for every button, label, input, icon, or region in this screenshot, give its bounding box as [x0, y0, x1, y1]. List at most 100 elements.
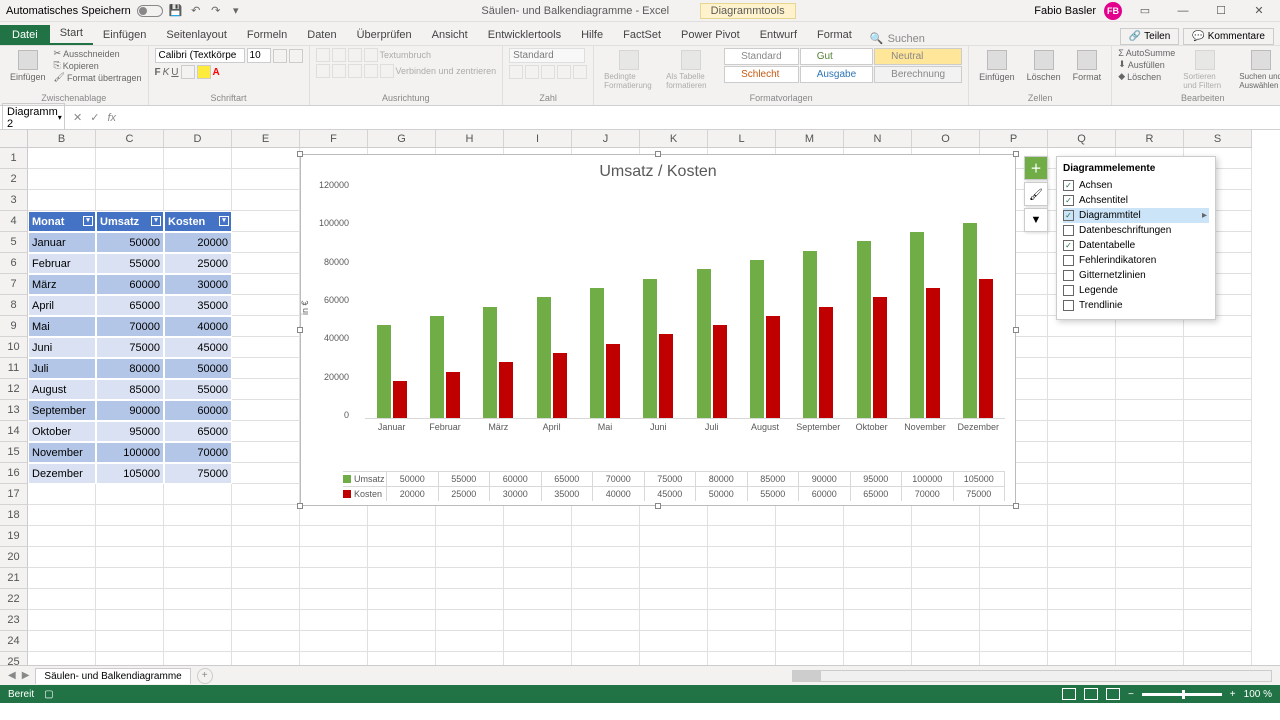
checkbox[interactable]: ✓ [1063, 180, 1074, 191]
chart-handle-tl[interactable] [297, 151, 303, 157]
col-header-E[interactable]: E [232, 130, 300, 147]
cell[interactable] [28, 190, 96, 211]
cell[interactable] [912, 652, 980, 665]
border-icon[interactable] [181, 65, 195, 79]
cell[interactable] [1048, 463, 1116, 484]
cell[interactable]: Umsatz▾ [96, 211, 164, 232]
format-cells-button[interactable]: Format [1069, 48, 1106, 84]
cell[interactable] [300, 568, 368, 589]
align-middle-icon[interactable] [332, 48, 346, 62]
cell[interactable] [980, 589, 1048, 610]
cell[interactable] [96, 652, 164, 665]
formula-input[interactable] [122, 110, 1280, 126]
cell[interactable]: Februar [28, 253, 96, 274]
cell[interactable] [436, 526, 504, 547]
cell[interactable] [708, 610, 776, 631]
cell[interactable] [96, 631, 164, 652]
cell[interactable] [96, 505, 164, 526]
font-size-select[interactable] [247, 48, 271, 63]
col-header-S[interactable]: S [1184, 130, 1252, 147]
cell[interactable] [232, 505, 300, 526]
cell[interactable] [980, 568, 1048, 589]
find-select-button[interactable]: Suchen und Auswählen [1235, 48, 1280, 92]
cell[interactable] [844, 526, 912, 547]
cell[interactable]: 95000 [96, 421, 164, 442]
sort-filter-button[interactable]: Sortieren und Filtern [1179, 48, 1231, 92]
cell[interactable] [776, 589, 844, 610]
cell[interactable] [1048, 358, 1116, 379]
col-header-D[interactable]: D [164, 130, 232, 147]
row-header-14[interactable]: 14 [0, 421, 28, 442]
cell[interactable] [1116, 526, 1184, 547]
cell[interactable] [504, 610, 572, 631]
save-icon[interactable]: 💾 [169, 4, 183, 18]
cell[interactable] [1116, 547, 1184, 568]
cell[interactable] [232, 295, 300, 316]
row-header-21[interactable]: 21 [0, 568, 28, 589]
cell[interactable] [28, 589, 96, 610]
font-name-select[interactable] [155, 48, 245, 63]
comma-icon[interactable] [541, 65, 555, 79]
cell[interactable] [776, 547, 844, 568]
row-header-24[interactable]: 24 [0, 631, 28, 652]
cell[interactable]: 70000 [164, 442, 232, 463]
col-header-H[interactable]: H [436, 130, 504, 147]
row-header-10[interactable]: 10 [0, 337, 28, 358]
checkbox[interactable] [1063, 255, 1074, 266]
cell[interactable] [96, 190, 164, 211]
view-page-break-icon[interactable] [1106, 688, 1120, 700]
cell[interactable] [708, 568, 776, 589]
cell[interactable] [164, 652, 232, 665]
cell[interactable] [368, 610, 436, 631]
cell[interactable] [572, 547, 640, 568]
cell[interactable]: 50000 [164, 358, 232, 379]
col-header-G[interactable]: G [368, 130, 436, 147]
checkbox[interactable] [1063, 225, 1074, 236]
tab-ansicht[interactable]: Ansicht [422, 25, 478, 45]
row-header-11[interactable]: 11 [0, 358, 28, 379]
cell[interactable]: Kosten▾ [164, 211, 232, 232]
row-header-15[interactable]: 15 [0, 442, 28, 463]
cell[interactable] [1048, 400, 1116, 421]
cell[interactable] [572, 610, 640, 631]
cell[interactable] [436, 568, 504, 589]
clear-button[interactable]: ◆ Löschen [1118, 71, 1175, 82]
cell[interactable] [164, 505, 232, 526]
confirm-formula-icon[interactable]: ✓ [90, 111, 99, 124]
cell[interactable] [1184, 568, 1252, 589]
zoom-slider[interactable] [1142, 693, 1222, 696]
cell[interactable] [1048, 631, 1116, 652]
cell[interactable] [232, 169, 300, 190]
cell[interactable] [640, 547, 708, 568]
cell[interactable] [572, 589, 640, 610]
minimize-icon[interactable]: — [1168, 1, 1198, 21]
chart-elements-button[interactable]: ＋ [1024, 156, 1048, 180]
grid-area[interactable]: BCDEFGHIJKLMNOPQRS 123456789101112131415… [0, 130, 1280, 665]
cell[interactable] [164, 484, 232, 505]
cell[interactable] [980, 631, 1048, 652]
number-format-select[interactable] [509, 48, 585, 63]
col-header-J[interactable]: J [572, 130, 640, 147]
cell[interactable] [844, 505, 912, 526]
cell[interactable]: 30000 [164, 274, 232, 295]
chart-title[interactable]: Umsatz / Kosten [301, 155, 1015, 185]
chart-filter-button[interactable]: ▼ [1024, 208, 1048, 232]
cell[interactable] [1116, 463, 1184, 484]
increase-font-icon[interactable] [273, 49, 287, 63]
cell[interactable] [844, 610, 912, 631]
user-avatar[interactable]: FB [1104, 2, 1122, 20]
cell[interactable] [232, 190, 300, 211]
cell[interactable] [1116, 505, 1184, 526]
cell[interactable] [1116, 442, 1184, 463]
cell[interactable] [232, 463, 300, 484]
row-header-4[interactable]: 4 [0, 211, 28, 232]
chart-element-item[interactable]: Fehlerindikatoren [1063, 253, 1209, 268]
cell[interactable] [300, 631, 368, 652]
cond-format-button[interactable]: Bedingte Formatierung [600, 48, 658, 92]
cell[interactable] [1048, 442, 1116, 463]
cell[interactable] [1116, 337, 1184, 358]
cell[interactable]: 50000 [96, 232, 164, 253]
bold-icon[interactable]: F [155, 67, 161, 78]
autosum-button[interactable]: Σ AutoSumme [1118, 48, 1175, 58]
col-header-O[interactable]: O [912, 130, 980, 147]
